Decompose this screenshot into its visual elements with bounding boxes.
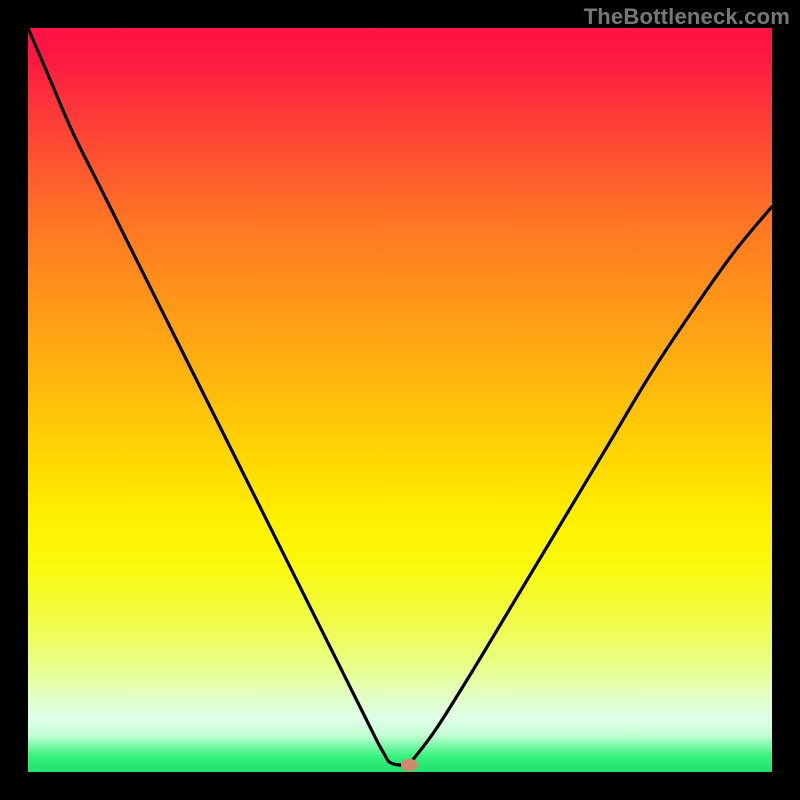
bottleneck-curve (28, 28, 772, 772)
chart-frame: TheBottleneck.com (0, 0, 800, 800)
optimal-point-marker (401, 759, 417, 771)
watermark-text: TheBottleneck.com (584, 4, 790, 30)
plot-area (28, 28, 772, 772)
